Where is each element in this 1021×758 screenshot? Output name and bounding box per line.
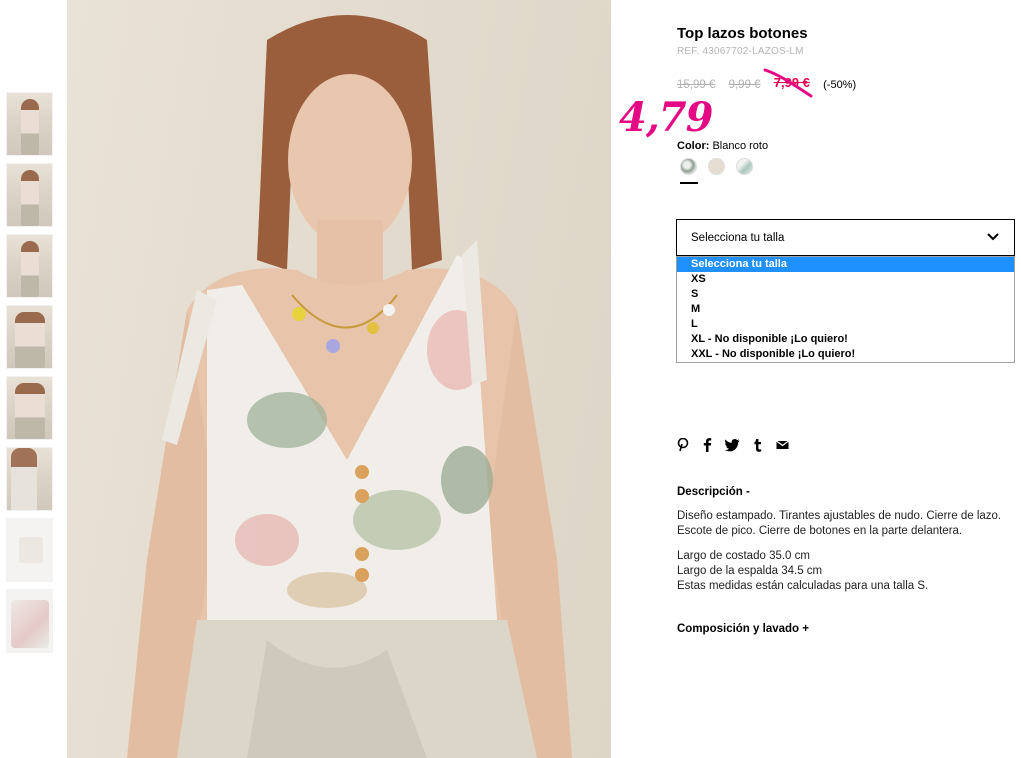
facebook-icon[interactable] [702,438,712,452]
color-swatches [680,158,753,175]
model-illustration [127,15,572,758]
price-original: 15,99 € [677,79,716,91]
size-option-xxl[interactable]: XXL - No disponible ¡Lo quiero! [677,347,1014,362]
chevron-down-icon [987,233,999,241]
price-row: 15,99 € 9,99 € 7,99 € (-50%) [677,75,866,91]
price-previous: 9,99 € [728,79,761,91]
thumbnail-5[interactable] [6,376,53,440]
color-swatch-2[interactable] [708,158,725,175]
mail-icon[interactable] [776,440,789,450]
color-swatch-3[interactable] [736,158,753,175]
thumbnail-6[interactable] [6,447,53,511]
discount-badge: (-50%) [823,79,857,91]
size-option-s[interactable]: S [677,287,1014,302]
composition-heading[interactable]: Composición y lavado + [677,623,809,635]
share-icons [677,438,789,452]
size-dropdown-list: Selecciona tu talla XS S M L XL - No dis… [676,256,1015,363]
product-ref: REF. 43067702-LAZOS-LM [677,46,804,57]
thumbnail-7[interactable] [6,518,53,582]
thumbnail-strip [6,92,53,660]
thumbnail-3[interactable] [6,234,53,298]
product-title: Top lazos botones [677,25,808,42]
measure-line: Estas medidas están calculadas para una … [677,580,929,592]
size-option-xs[interactable]: XS [677,272,1014,287]
color-label: Color: [677,140,710,152]
measure-line: Largo de la espalda 34.5 cm [677,565,823,577]
product-main-image[interactable] [67,0,611,758]
pinterest-icon[interactable] [677,438,689,452]
description-text: Diseño estampado. Tirantes ajustables de… [677,510,1002,537]
handwritten-price: 4,79 [619,94,713,141]
thumbnail-8[interactable] [6,589,53,653]
size-select[interactable]: Selecciona tu talla [676,219,1015,256]
description-heading[interactable]: Descripción - [677,486,750,498]
twitter-icon[interactable] [725,438,740,452]
price-sale: 7,99 € [773,75,810,90]
color-swatch-selected[interactable] [680,158,697,175]
thumbnail-1[interactable] [6,92,53,156]
color-value: Blanco roto [712,140,769,152]
size-option-xl[interactable]: XL - No disponible ¡Lo quiero! [677,332,1014,347]
measures-block: Largo de costado 35.0 cm Largo de la esp… [677,549,928,594]
color-label-row: Color: Blanco roto [677,140,768,152]
measure-line: Largo de costado 35.0 cm [677,550,810,562]
size-option-m[interactable]: M [677,302,1014,317]
size-option-l[interactable]: L [677,317,1014,332]
thumbnail-4[interactable] [6,305,53,369]
swatch-selected-indicator [680,182,698,184]
size-option-placeholder[interactable]: Selecciona tu talla [677,257,1014,272]
size-select-value: Selecciona tu talla [691,231,785,244]
tumblr-icon[interactable] [753,438,763,452]
thumbnail-2[interactable] [6,163,53,227]
